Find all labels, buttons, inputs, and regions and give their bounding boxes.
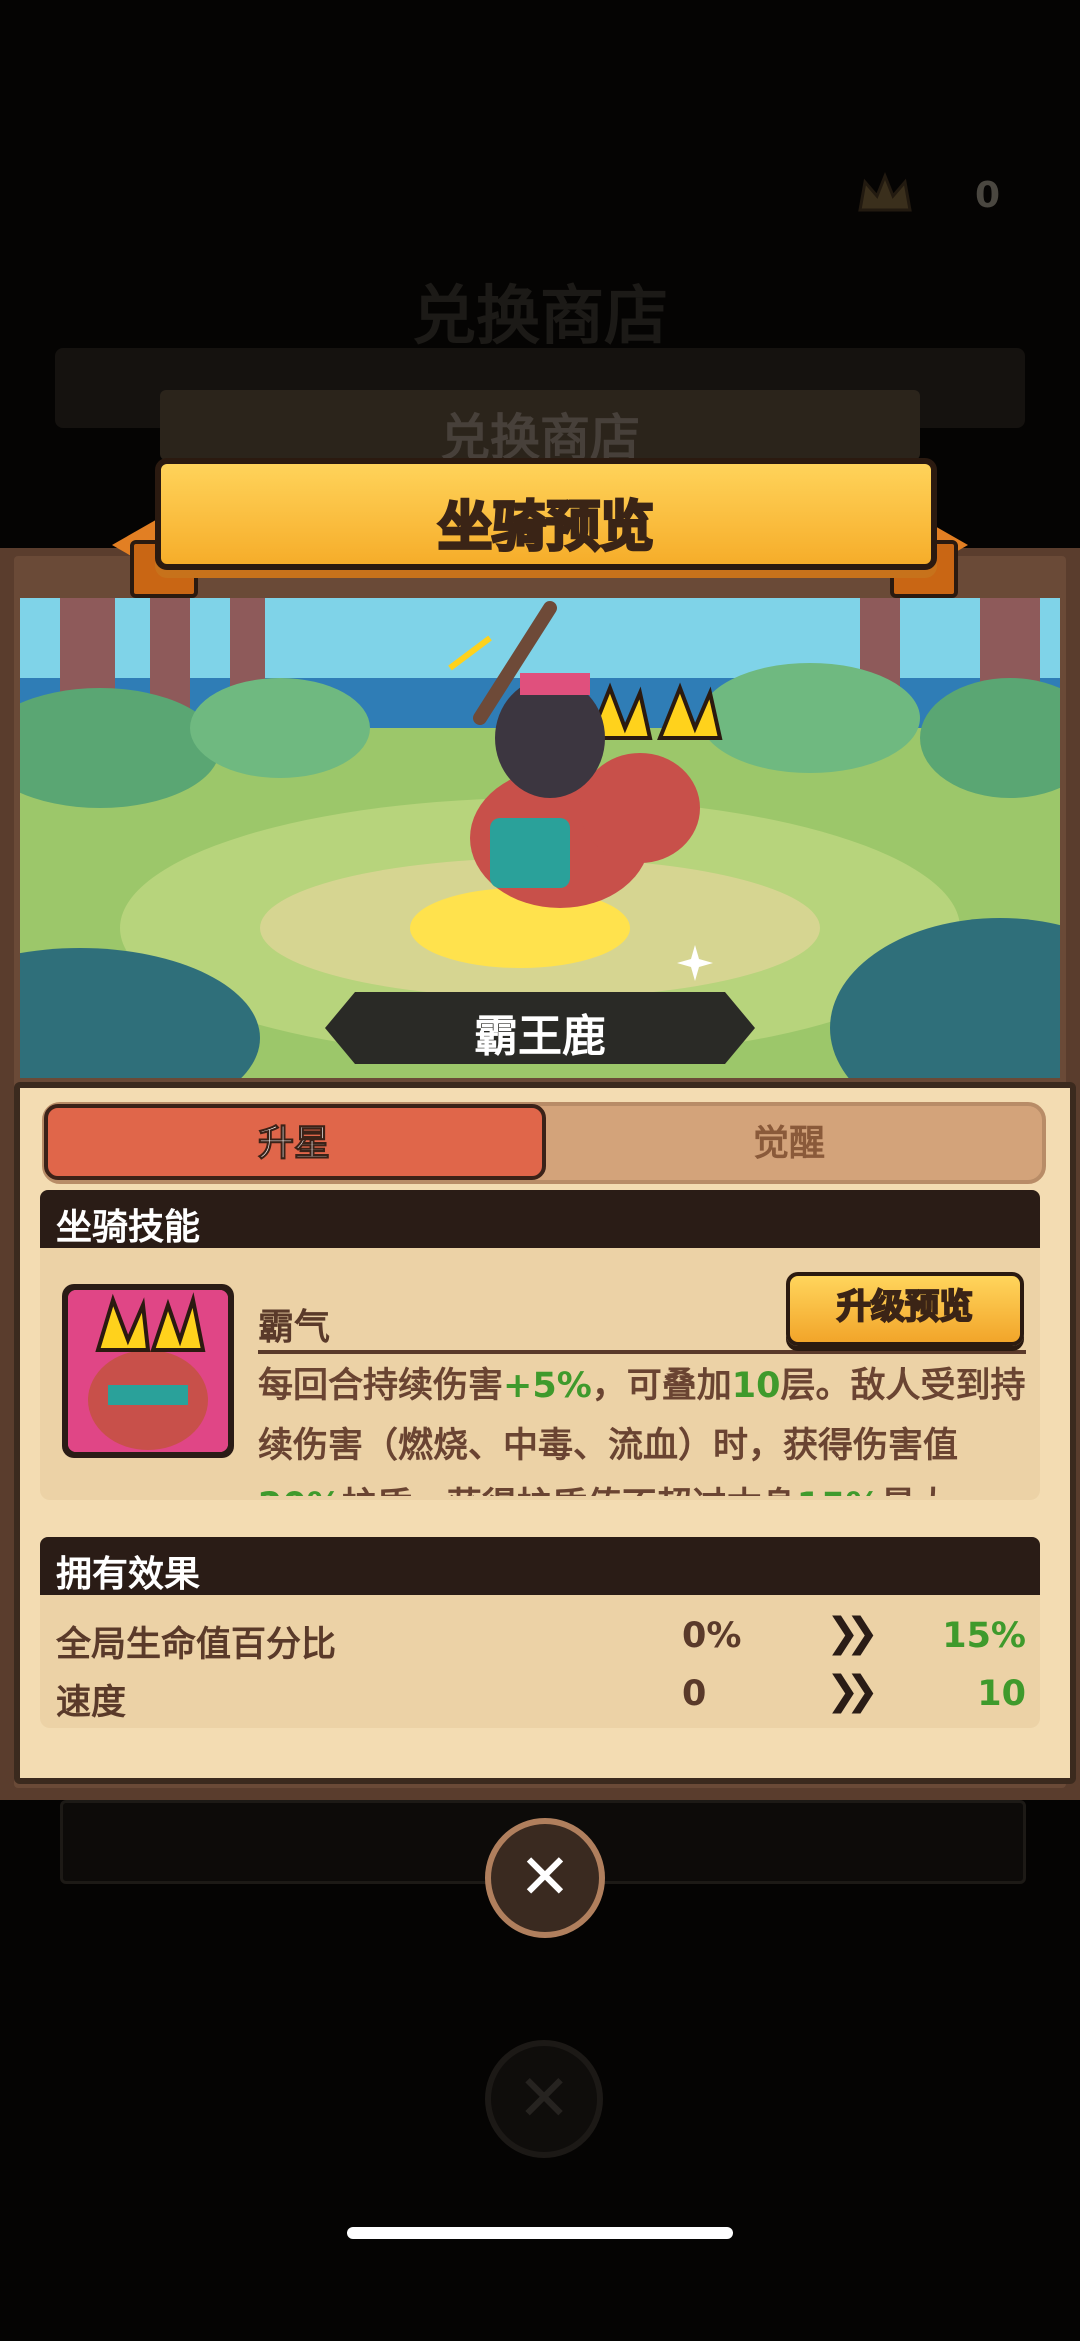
skill-description[interactable]: 每回合持续伤害+5%，可叠加10层。敌人受到持续伤害（燃烧、中毒、流血）时，获得… bbox=[258, 1356, 1028, 1496]
effects-section-header: 拥有效果 bbox=[40, 1537, 1040, 1595]
skill-section-title: 坐骑技能 bbox=[56, 1207, 201, 1248]
title-banner: 坐骑预览 bbox=[155, 458, 937, 570]
double-chevron-right-icon: ❯❯ bbox=[826, 1610, 879, 1656]
mount-name: 霸王鹿 bbox=[474, 1011, 606, 1062]
effects-section-title: 拥有效果 bbox=[56, 1554, 201, 1595]
desc-value: 20% bbox=[258, 1486, 342, 1496]
bg-close-icon: ✕ bbox=[485, 2040, 603, 2158]
shop-title-ghost: 兑换商店 bbox=[412, 280, 668, 354]
home-indicator[interactable] bbox=[347, 2227, 733, 2239]
skill-divider bbox=[258, 1350, 1026, 1354]
effect-label: 速度 bbox=[56, 1683, 127, 1723]
desc-value: +5% bbox=[503, 1366, 592, 1406]
desc-value: 15% bbox=[797, 1486, 881, 1496]
tab-star-up-label: 升星 bbox=[257, 1123, 330, 1165]
skill-section-header: 坐骑技能 bbox=[40, 1190, 1040, 1248]
effect-current-value: 0 bbox=[682, 1674, 707, 1714]
desc-value: 10 bbox=[731, 1366, 781, 1406]
tab-awaken[interactable]: 觉醒 bbox=[540, 1114, 1038, 1166]
effect-next-value: 15% bbox=[942, 1616, 1026, 1656]
close-button[interactable]: ✕ bbox=[485, 1818, 605, 1938]
skill-name: 霸气 bbox=[258, 1307, 331, 1348]
modal-title: 坐骑预览 bbox=[437, 494, 656, 560]
upgrade-preview-button[interactable]: 升级预览 bbox=[786, 1272, 1024, 1346]
crown-coin-icon bbox=[858, 171, 912, 212]
effect-next-value: 10 bbox=[977, 1674, 1026, 1714]
mount-portrait-icon[interactable] bbox=[68, 1290, 228, 1452]
close-icon: ✕ bbox=[519, 1840, 571, 1913]
desc-text: 最大 bbox=[881, 1486, 951, 1496]
effect-row: 速度 0 ❯❯ 10 bbox=[56, 1668, 1026, 1726]
upgrade-preview-label: 升级预览 bbox=[836, 1286, 974, 1328]
bg-label bbox=[235, 1905, 247, 1945]
sparkle-icon bbox=[677, 945, 713, 981]
effect-current-value: 0% bbox=[682, 1616, 742, 1656]
effect-label: 全局生命值百分比 bbox=[56, 1625, 337, 1665]
currency-count: 0 bbox=[975, 175, 1001, 216]
desc-text: 护盾，获得护盾值不超过本身 bbox=[342, 1486, 797, 1496]
double-chevron-right-icon: ❯❯ bbox=[826, 1668, 879, 1714]
desc-text: 每回合持续伤害 bbox=[258, 1366, 504, 1406]
desc-text: ，可叠加 bbox=[591, 1366, 732, 1406]
effect-row: 全局生命值百分比 0% ❯❯ 15% bbox=[56, 1610, 1026, 1668]
